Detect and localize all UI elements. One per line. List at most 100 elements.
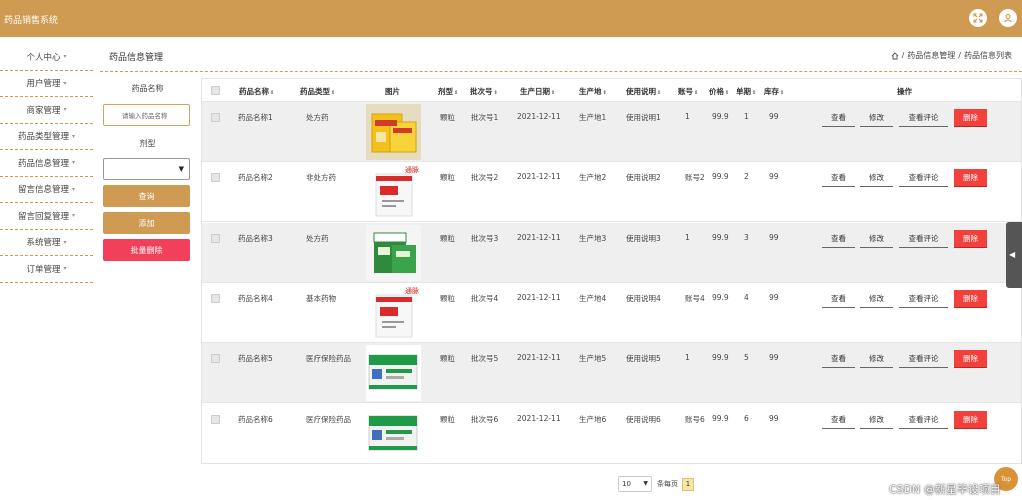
sort-icon[interactable]: ⇕: [603, 90, 607, 96]
view-button[interactable]: 查看: [822, 411, 855, 429]
sort-icon[interactable]: ⇕: [331, 90, 335, 96]
svg-text:通脉: 通脉: [405, 286, 419, 295]
column-header[interactable]: 库存⇕: [764, 86, 784, 97]
view-reviews-button[interactable]: 查看评论: [899, 169, 948, 188]
select-all-checkbox[interactable]: [211, 86, 220, 95]
drug-image[interactable]: [366, 104, 421, 160]
user-icon[interactable]: [999, 9, 1017, 27]
sidebar-item-label: 药品信息管理: [17, 158, 69, 169]
sidebar-item[interactable]: 药品类型管理 ▾: [0, 124, 93, 150]
drug-image[interactable]: [366, 224, 421, 281]
cell-form: 颗粒: [440, 293, 455, 303]
page-number-current[interactable]: 1: [682, 477, 694, 491]
column-header[interactable]: 价格⇕: [709, 86, 729, 97]
sort-icon[interactable]: ⇕: [780, 90, 784, 96]
column-header[interactable]: 单期⇕: [736, 86, 756, 97]
column-header[interactable]: 生产日期⇕: [520, 86, 555, 97]
chevron-down-icon: ▾: [72, 212, 76, 220]
view-reviews-button[interactable]: 查看评论: [899, 230, 948, 248]
edit-button[interactable]: 修改: [860, 230, 893, 248]
cell-stock: 99: [769, 232, 779, 242]
column-header-label: 账号: [678, 87, 693, 96]
view-button[interactable]: 查看: [822, 230, 855, 248]
column-header[interactable]: 生产地⇕: [579, 86, 607, 97]
drug-image[interactable]: 通脉: [366, 164, 421, 221]
delete-button[interactable]: 删除: [954, 169, 987, 188]
sidebar-item-label: 商家管理: [26, 105, 61, 116]
view-reviews-button[interactable]: 查看评论: [899, 109, 948, 127]
view-reviews-button[interactable]: 查看评论: [899, 411, 948, 429]
view-reviews-button[interactable]: 查看评论: [899, 350, 948, 369]
column-header[interactable]: 剂型⇕: [438, 86, 458, 97]
cell-account: 1: [685, 232, 690, 242]
view-button[interactable]: 查看: [822, 169, 855, 188]
view-button[interactable]: 查看: [822, 109, 855, 127]
sort-icon[interactable]: ⇕: [494, 90, 498, 96]
edit-button[interactable]: 修改: [860, 350, 893, 369]
view-button[interactable]: 查看: [822, 350, 855, 369]
query-button[interactable]: 查询: [103, 185, 190, 207]
sidebar-item[interactable]: 系统管理 ▾: [0, 230, 93, 256]
table-row: 药品名称4 基本药物 颗粒 批次号4 2021-12-11 生产地4 使用说明4 账号4 99.…: [202, 282, 1021, 343]
sidebar-item[interactable]: 留言信息管理 ▾: [0, 177, 93, 203]
row-checkbox[interactable]: [211, 233, 220, 243]
edit-button[interactable]: 修改: [860, 411, 893, 429]
delete-button[interactable]: 删除: [954, 109, 987, 127]
edit-button[interactable]: 修改: [860, 109, 893, 127]
breadcrumb-item-drug-info[interactable]: 药品信息管理: [907, 50, 955, 61]
drug-image[interactable]: 通脉: [366, 284, 421, 341]
column-header[interactable]: 使用说明⇕: [626, 86, 661, 97]
sort-icon[interactable]: ⇕: [454, 90, 458, 96]
delete-button[interactable]: 删除: [954, 410, 987, 429]
edit-button[interactable]: 修改: [860, 169, 893, 188]
column-header[interactable]: 账号⇕: [678, 86, 698, 97]
cell-stock: 99: [769, 112, 779, 121]
sidebar-item[interactable]: 订单管理 ▾: [0, 256, 93, 283]
fullscreen-icon[interactable]: [969, 9, 987, 27]
dosage-form-select[interactable]: ▼: [103, 158, 190, 180]
cell-period: 2: [744, 172, 749, 182]
sidebar-item[interactable]: 用户管理 ▾: [0, 71, 93, 97]
row-checkbox[interactable]: [211, 173, 220, 183]
app-title: 药品销售系统: [4, 16, 59, 26]
sort-icon[interactable]: ⇕: [694, 90, 698, 96]
row-checkbox[interactable]: [211, 113, 220, 122]
row-checkbox[interactable]: [211, 414, 220, 424]
drug-name-input[interactable]: 请输入药品名称: [103, 104, 190, 126]
edit-button[interactable]: 修改: [860, 290, 893, 308]
cell-period: 1: [744, 112, 749, 121]
sidebar-item[interactable]: 留言回复管理 ▾: [0, 203, 93, 230]
sidebar-item[interactable]: 商家管理 ▾: [0, 97, 93, 124]
column-header[interactable]: 药品类型⇕: [300, 86, 335, 97]
sort-icon[interactable]: ⇕: [270, 90, 274, 96]
column-header[interactable]: 药品名称⇕: [239, 86, 274, 97]
home-icon[interactable]: [891, 51, 899, 60]
view-reviews-button[interactable]: 查看评论: [899, 290, 948, 308]
delete-button[interactable]: 删除: [954, 229, 987, 248]
page-size-select[interactable]: 10 ▼: [618, 476, 652, 492]
bulk-delete-button[interactable]: 批量删除: [103, 239, 190, 261]
sidebar-item[interactable]: 个人中心 ▾: [0, 44, 93, 71]
cell-usage: 使用说明5: [626, 354, 661, 364]
drug-image[interactable]: [366, 345, 421, 402]
delete-button[interactable]: 删除: [954, 350, 987, 369]
delete-button[interactable]: 删除: [954, 289, 987, 308]
cell-name: 药品名称5: [238, 354, 273, 364]
sort-icon[interactable]: ⇕: [752, 90, 756, 96]
row-checkbox[interactable]: [211, 354, 220, 364]
sort-icon[interactable]: ⇕: [551, 90, 555, 96]
table-row: 药品名称2 非处方药 颗粒 批次号2 2021-12-11 生产地2 使用说明2 账号2 99.…: [202, 162, 1021, 223]
drug-image[interactable]: [366, 405, 421, 462]
cell-name: 药品名称3: [238, 233, 273, 243]
view-button[interactable]: 查看: [822, 290, 855, 308]
column-header[interactable]: 批次号⇕: [470, 86, 498, 97]
side-drawer-tab[interactable]: ◀: [1006, 222, 1022, 288]
sidebar-item[interactable]: 药品信息管理 ▾: [0, 150, 93, 177]
cell-period: 5: [744, 353, 749, 363]
add-button[interactable]: 添加: [103, 212, 190, 234]
sort-icon[interactable]: ⇕: [725, 90, 729, 96]
sidebar-item-label: 留言回复管理: [17, 211, 69, 222]
row-checkbox[interactable]: [211, 293, 220, 303]
cell-date: 2021-12-11: [517, 353, 561, 363]
sort-icon[interactable]: ⇕: [657, 90, 661, 96]
